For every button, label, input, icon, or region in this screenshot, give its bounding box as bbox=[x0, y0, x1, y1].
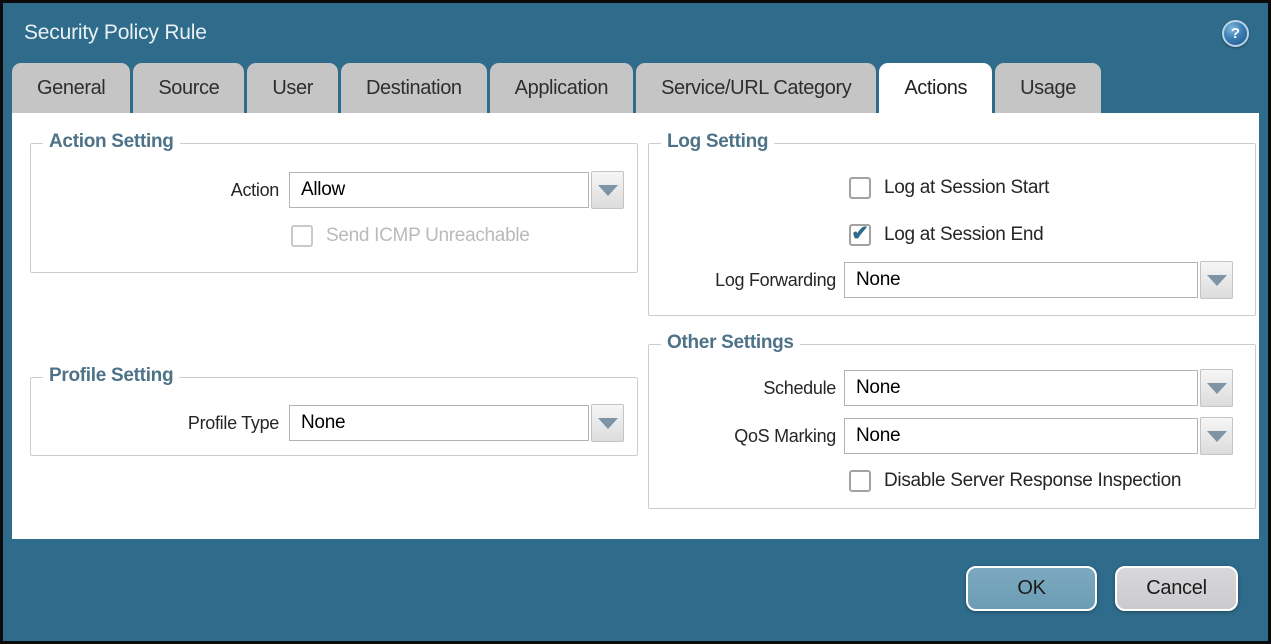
log-at-session-end-label: Log at Session End bbox=[884, 224, 1043, 246]
profile-type-dropdown[interactable]: None bbox=[289, 404, 624, 442]
chevron-down-icon bbox=[1207, 383, 1227, 394]
chevron-down-icon bbox=[1207, 431, 1227, 442]
log-at-session-start-label: Log at Session Start bbox=[884, 177, 1049, 199]
log-forwarding-dropdown[interactable]: None bbox=[844, 261, 1233, 299]
schedule-label: Schedule bbox=[649, 378, 836, 399]
tab-label: Service/URL Category bbox=[661, 77, 851, 100]
schedule-dropdown[interactable]: None bbox=[844, 369, 1233, 407]
schedule-row: Schedule None bbox=[649, 369, 1255, 407]
check-icon: ✔ bbox=[851, 223, 869, 244]
schedule-dropdown-button[interactable] bbox=[1200, 369, 1233, 407]
action-label: Action bbox=[31, 180, 279, 201]
tab-user[interactable]: User bbox=[247, 63, 338, 113]
tab-source[interactable]: Source bbox=[133, 63, 244, 113]
profile-type-dropdown-value[interactable]: None bbox=[289, 405, 589, 441]
qos-marking-dropdown-value[interactable]: None bbox=[844, 418, 1198, 454]
titlebar: Security Policy Rule ? bbox=[3, 3, 1268, 63]
other-settings-legend: Other Settings bbox=[661, 332, 800, 354]
dialog-footer: OK Cancel bbox=[3, 539, 1268, 641]
action-setting-group: Action Setting Action Allow ✔ Send ICMP … bbox=[30, 143, 638, 273]
qos-marking-dropdown[interactable]: None bbox=[844, 417, 1233, 455]
send-icmp-unreachable-label: Send ICMP Unreachable bbox=[326, 225, 530, 247]
tab-bar: General Source User Destination Applicat… bbox=[3, 63, 1268, 113]
action-setting-legend: Action Setting bbox=[43, 131, 180, 153]
other-settings-group: Other Settings Schedule None QoS Marking… bbox=[648, 344, 1256, 509]
action-dropdown[interactable]: Allow bbox=[289, 171, 624, 209]
cancel-button[interactable]: Cancel bbox=[1115, 566, 1238, 611]
tab-usage[interactable]: Usage bbox=[995, 63, 1101, 113]
tab-general[interactable]: General bbox=[12, 63, 130, 113]
log-forwarding-dropdown-button[interactable] bbox=[1200, 261, 1233, 299]
tab-application[interactable]: Application bbox=[490, 63, 633, 113]
disable-server-response-inspection-label: Disable Server Response Inspection bbox=[884, 470, 1181, 492]
ok-button[interactable]: OK bbox=[966, 566, 1097, 611]
qos-marking-row: QoS Marking None bbox=[649, 417, 1255, 455]
tab-label: Source bbox=[158, 77, 219, 100]
profile-type-row: Profile Type None bbox=[31, 404, 637, 442]
log-forwarding-label: Log Forwarding bbox=[649, 270, 836, 291]
tab-label: General bbox=[37, 77, 105, 100]
tab-destination[interactable]: Destination bbox=[341, 63, 487, 113]
disable-server-response-inspection-checkbox[interactable]: ✔ bbox=[849, 470, 871, 492]
dialog-title: Security Policy Rule bbox=[24, 21, 207, 45]
tab-label: Actions bbox=[904, 77, 967, 100]
log-at-session-start-row: ✔ Log at Session Start bbox=[649, 177, 1255, 199]
log-forwarding-row: Log Forwarding None bbox=[649, 261, 1255, 299]
schedule-dropdown-value[interactable]: None bbox=[844, 370, 1198, 406]
profile-setting-legend: Profile Setting bbox=[43, 365, 179, 387]
security-policy-rule-dialog: Security Policy Rule ? General Source Us… bbox=[0, 0, 1271, 644]
log-setting-legend: Log Setting bbox=[661, 131, 774, 153]
action-row: Action Allow bbox=[31, 171, 637, 209]
profile-type-label: Profile Type bbox=[31, 413, 279, 434]
profile-setting-group: Profile Setting Profile Type None bbox=[30, 377, 638, 456]
send-icmp-unreachable-checkbox[interactable]: ✔ bbox=[291, 225, 313, 247]
tab-actions[interactable]: Actions bbox=[879, 63, 992, 113]
profile-type-dropdown-button[interactable] bbox=[591, 404, 624, 442]
log-at-session-end-row: ✔ Log at Session End bbox=[649, 224, 1255, 246]
disable-server-response-inspection-row: ✔ Disable Server Response Inspection bbox=[649, 470, 1255, 492]
tab-label: Usage bbox=[1020, 77, 1076, 100]
send-icmp-unreachable-row: ✔ Send ICMP Unreachable bbox=[31, 225, 637, 247]
tab-service-url-category[interactable]: Service/URL Category bbox=[636, 63, 876, 113]
log-at-session-start-checkbox[interactable]: ✔ bbox=[849, 177, 871, 199]
chevron-down-icon bbox=[598, 418, 618, 429]
action-dropdown-value[interactable]: Allow bbox=[289, 172, 589, 208]
log-at-session-end-checkbox[interactable]: ✔ bbox=[849, 224, 871, 246]
actions-tab-panel: Action Setting Action Allow ✔ Send ICMP … bbox=[12, 113, 1259, 539]
qos-marking-label: QoS Marking bbox=[649, 426, 836, 447]
chevron-down-icon bbox=[1207, 275, 1227, 286]
tab-label: Application bbox=[515, 77, 608, 100]
tab-label: Destination bbox=[366, 77, 462, 100]
log-forwarding-dropdown-value[interactable]: None bbox=[844, 262, 1198, 298]
help-icon[interactable]: ? bbox=[1222, 20, 1249, 47]
chevron-down-icon bbox=[598, 185, 618, 196]
action-dropdown-button[interactable] bbox=[591, 171, 624, 209]
qos-marking-dropdown-button[interactable] bbox=[1200, 417, 1233, 455]
log-setting-group: Log Setting ✔ Log at Session Start ✔ Log… bbox=[648, 143, 1256, 316]
tab-label: User bbox=[272, 77, 313, 100]
